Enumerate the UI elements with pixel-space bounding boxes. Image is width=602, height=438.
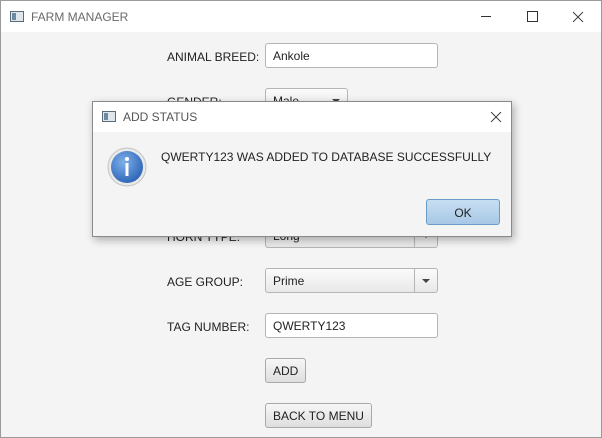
dialog-close-button[interactable] [481,102,511,132]
dialog-app-icon [102,111,116,122]
main-window: FARM MANAGER ANIMAL BREED: Ankole GENDER… [0,0,602,438]
info-icon [107,147,147,187]
dialog-message: QWERTY123 WAS ADDED TO DATABASE SUCCESSF… [161,150,492,164]
chevron-down-icon [414,269,437,292]
minimize-button[interactable] [463,1,509,32]
window-title: FARM MANAGER [31,10,129,24]
dialog-title: ADD STATUS [123,110,198,124]
age-group-select[interactable]: Prime [265,268,438,293]
maximize-button[interactable] [509,1,555,32]
back-to-menu-button[interactable]: BACK TO MENU [265,403,372,428]
dialog-title-bar: ADD STATUS [93,102,511,132]
age-group-label: AGE GROUP: [167,275,244,289]
add-status-dialog: ADD STATUS QWERTY123 WAS ADDED TO DATABA… [92,101,512,237]
age-group-value: Prime [273,274,305,288]
tag-number-label: TAG NUMBER: [167,320,250,334]
title-bar: FARM MANAGER [1,1,601,32]
ok-button[interactable]: OK [426,199,500,225]
app-icon [10,11,24,22]
add-button[interactable]: ADD [265,358,307,383]
close-button[interactable] [555,1,601,32]
animal-breed-field[interactable]: Ankole [265,43,438,68]
tag-number-field[interactable]: QWERTY123 [265,313,438,338]
animal-breed-label: ANIMAL BREED: [167,50,260,64]
